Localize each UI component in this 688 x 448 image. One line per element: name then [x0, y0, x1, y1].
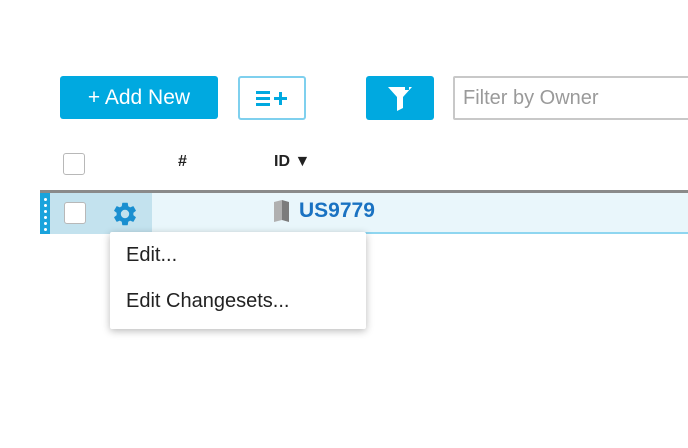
filter-by-owner-input[interactable]	[453, 76, 688, 120]
story-icon	[272, 199, 292, 223]
rank-cell	[152, 193, 250, 234]
filter-button[interactable]	[366, 76, 434, 120]
column-header-id[interactable]: ID ▼	[274, 153, 310, 171]
funnel-icon	[388, 87, 412, 111]
add-new-button[interactable]: + Add New	[60, 76, 218, 119]
gear-icon[interactable]	[111, 200, 139, 228]
select-all-checkbox[interactable]	[63, 153, 85, 175]
multi-add-button[interactable]	[238, 76, 306, 120]
story-id-link[interactable]: US9779	[299, 199, 375, 223]
drag-handle[interactable]	[40, 193, 50, 234]
menu-item-edit[interactable]: Edit...	[126, 244, 177, 267]
menu-item-edit-changesets[interactable]: Edit Changesets...	[126, 290, 289, 313]
multi-add-icon	[256, 91, 287, 106]
column-header-rank: #	[178, 153, 187, 170]
add-new-label: + Add New	[87, 85, 191, 109]
row-checkbox[interactable]	[64, 202, 86, 224]
row-context-menu: Edit... Edit Changesets...	[110, 232, 366, 329]
